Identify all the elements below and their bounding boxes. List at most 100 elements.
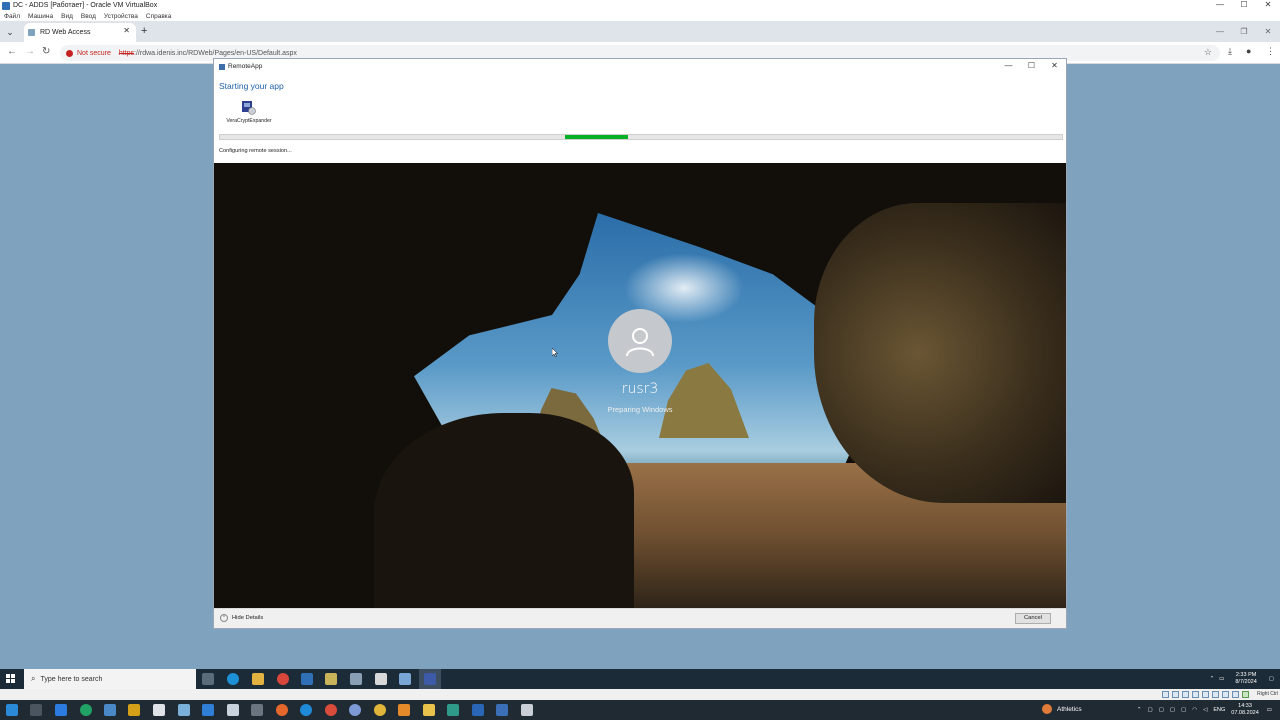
host-task-view-icon[interactable] [30, 704, 42, 716]
tab-rd-web-access[interactable]: RD Web Access ✕ [24, 23, 136, 42]
host-app-icon[interactable] [349, 704, 361, 716]
cancel-button[interactable]: Cancel [1015, 613, 1051, 624]
host-tray-app-icon[interactable]: ▢ [1147, 707, 1152, 713]
progress-bar [219, 134, 1063, 140]
network-indicator-icon[interactable] [1192, 691, 1199, 698]
ad-users-icon[interactable] [350, 673, 362, 685]
edge-icon[interactable] [227, 673, 239, 685]
minimize-button[interactable]: — [1208, 0, 1232, 9]
browser-close-button[interactable]: ✕ [1256, 21, 1280, 42]
host-language[interactable]: ENG [1213, 707, 1225, 713]
host-notifications-icon[interactable]: ▭ [1267, 707, 1272, 713]
host-system-tray: ⌃ ▢ ▢ ▢ ▢ ◠ ◁ ENG 14:33 07.08.2024 ▭ [1137, 700, 1280, 720]
close-button[interactable]: ✕ [1256, 0, 1280, 9]
remoteapp-close-button[interactable]: ✕ [1043, 59, 1066, 73]
cpu-indicator-icon[interactable] [1242, 691, 1249, 698]
new-tab-plus-icon[interactable]: + [141, 25, 147, 37]
virtualbox-status-bar: Right Ctrl [0, 689, 1280, 700]
host-tray-app-icon[interactable]: ▢ [1170, 707, 1175, 713]
host-rdp-icon[interactable] [496, 704, 508, 716]
shared-folders-indicator-icon[interactable] [1212, 691, 1219, 698]
display-indicator-icon[interactable] [1222, 691, 1229, 698]
host-app-icon[interactable] [153, 704, 165, 716]
guest-clock[interactable]: 2:33 PM 8/7/2024 [1235, 672, 1256, 686]
profile-avatar-icon[interactable]: ● [1246, 46, 1251, 56]
tray-chevron-up-icon[interactable]: ⌃ [1210, 676, 1215, 682]
menu-machine[interactable]: Машина [28, 13, 53, 20]
optical-indicator-icon[interactable] [1172, 691, 1179, 698]
notifications-icon[interactable]: ▢ [1269, 676, 1274, 682]
app-name-label: VeraCryptExpander [226, 118, 272, 124]
host-clock[interactable]: 14:33 07.08.2024 [1231, 703, 1259, 717]
host-vlc-icon[interactable] [398, 704, 410, 716]
downloads-icon[interactable]: ⤓ [1228, 46, 1232, 57]
host-tray-app-icon[interactable]: ▢ [1181, 707, 1186, 713]
host-app-icon[interactable] [178, 704, 190, 716]
browser-restore-button[interactable]: ❐ [1232, 21, 1256, 42]
host-app-icon[interactable] [447, 704, 459, 716]
host-app-icon[interactable] [521, 704, 533, 716]
remoteapp-dialog: RemoteApp — ☐ ✕ Starting your app VeraCr… [213, 58, 1067, 629]
virtualbox-window-title: DC - ADDS [Работает] - Oracle VM Virtual… [13, 2, 158, 9]
tray-network-icon[interactable]: ▭ [1219, 676, 1224, 682]
task-view-icon[interactable] [202, 673, 214, 685]
host-volume-icon[interactable]: ◁ [1203, 707, 1207, 713]
audio-indicator-icon[interactable] [1182, 691, 1189, 698]
host-tray-app-icon[interactable]: ▢ [1159, 707, 1164, 713]
host-app-icon[interactable] [325, 704, 337, 716]
chrome-icon[interactable] [277, 673, 289, 685]
username-label: rusr3 [621, 381, 659, 397]
reload-icon[interactable]: ↻ [42, 46, 50, 57]
forward-arrow-icon[interactable]: → [25, 46, 35, 57]
remoteapp-footer: ⌃ Hide Details Cancel [214, 608, 1066, 628]
virtualbox-icon [2, 1, 10, 10]
virtualbox-title-bar: DC - ADDS [Работает] - Oracle VM Virtual… [0, 0, 1280, 11]
host-start-windows-icon[interactable] [6, 704, 18, 716]
hdd-indicator-icon[interactable] [1162, 691, 1169, 698]
menu-devices[interactable]: Устройства [104, 13, 138, 20]
server-manager-icon[interactable] [325, 673, 337, 685]
host-app-icon[interactable] [128, 704, 140, 716]
host-weather-widget[interactable]: Athletics [1042, 704, 1082, 714]
host-tray-chevron-up-icon[interactable]: ⌃ [1137, 707, 1142, 713]
menu-input[interactable]: Ввод [81, 13, 96, 20]
guest-start-windows-icon[interactable] [6, 674, 16, 684]
network-icon[interactable] [399, 673, 411, 685]
host-app-icon[interactable] [104, 704, 116, 716]
host-vscode-icon[interactable] [202, 704, 214, 716]
host-key-label: Right Ctrl [1257, 691, 1278, 697]
browser-menu-icon[interactable]: ⋮ [1266, 46, 1275, 57]
remoteapp-minimize-button[interactable]: — [997, 59, 1020, 73]
notepad-icon[interactable] [375, 673, 387, 685]
file-explorer-icon[interactable] [252, 673, 264, 685]
host-app-icon[interactable] [227, 704, 239, 716]
maximize-button[interactable]: ☐ [1232, 0, 1256, 9]
tab-search-chevron-down-icon[interactable]: ⌄ [3, 25, 17, 39]
host-firefox-icon[interactable] [276, 704, 288, 716]
guest-search-box[interactable]: ⌕ Type here to search [24, 669, 196, 689]
host-app-icon[interactable] [251, 704, 263, 716]
host-edge-icon[interactable] [300, 704, 312, 716]
host-file-explorer-icon[interactable] [423, 704, 435, 716]
menu-view[interactable]: Вид [61, 13, 73, 20]
remoteapp-maximize-button[interactable]: ☐ [1020, 59, 1043, 73]
host-virtualbox-icon[interactable] [472, 704, 484, 716]
url-scheme: https [118, 49, 135, 57]
tab-close-icon[interactable]: ✕ [123, 26, 130, 35]
remoteapp-taskbar-icon[interactable] [424, 673, 436, 685]
host-chrome-icon[interactable] [374, 704, 386, 716]
back-arrow-icon[interactable]: ← [7, 46, 17, 57]
not-secure-chip[interactable]: Not secure [66, 49, 111, 57]
host-taskbar: Athletics ⌃ ▢ ▢ ▢ ▢ ◠ ◁ ENG 14:33 07.08.… [0, 700, 1280, 720]
menu-help[interactable]: Справка [146, 13, 172, 20]
powershell-icon[interactable] [301, 673, 313, 685]
recording-indicator-icon[interactable] [1232, 691, 1239, 698]
menu-file[interactable]: Файл [4, 13, 20, 20]
host-wifi-icon[interactable]: ◠ [1192, 707, 1197, 713]
browser-minimize-button[interactable]: — [1208, 21, 1232, 42]
host-app-icon[interactable] [80, 704, 92, 716]
usb-indicator-icon[interactable] [1202, 691, 1209, 698]
hide-details-toggle[interactable]: ⌃ Hide Details [220, 614, 263, 622]
bookmark-star-icon[interactable]: ☆ [1204, 47, 1212, 58]
host-todo-icon[interactable] [55, 704, 67, 716]
